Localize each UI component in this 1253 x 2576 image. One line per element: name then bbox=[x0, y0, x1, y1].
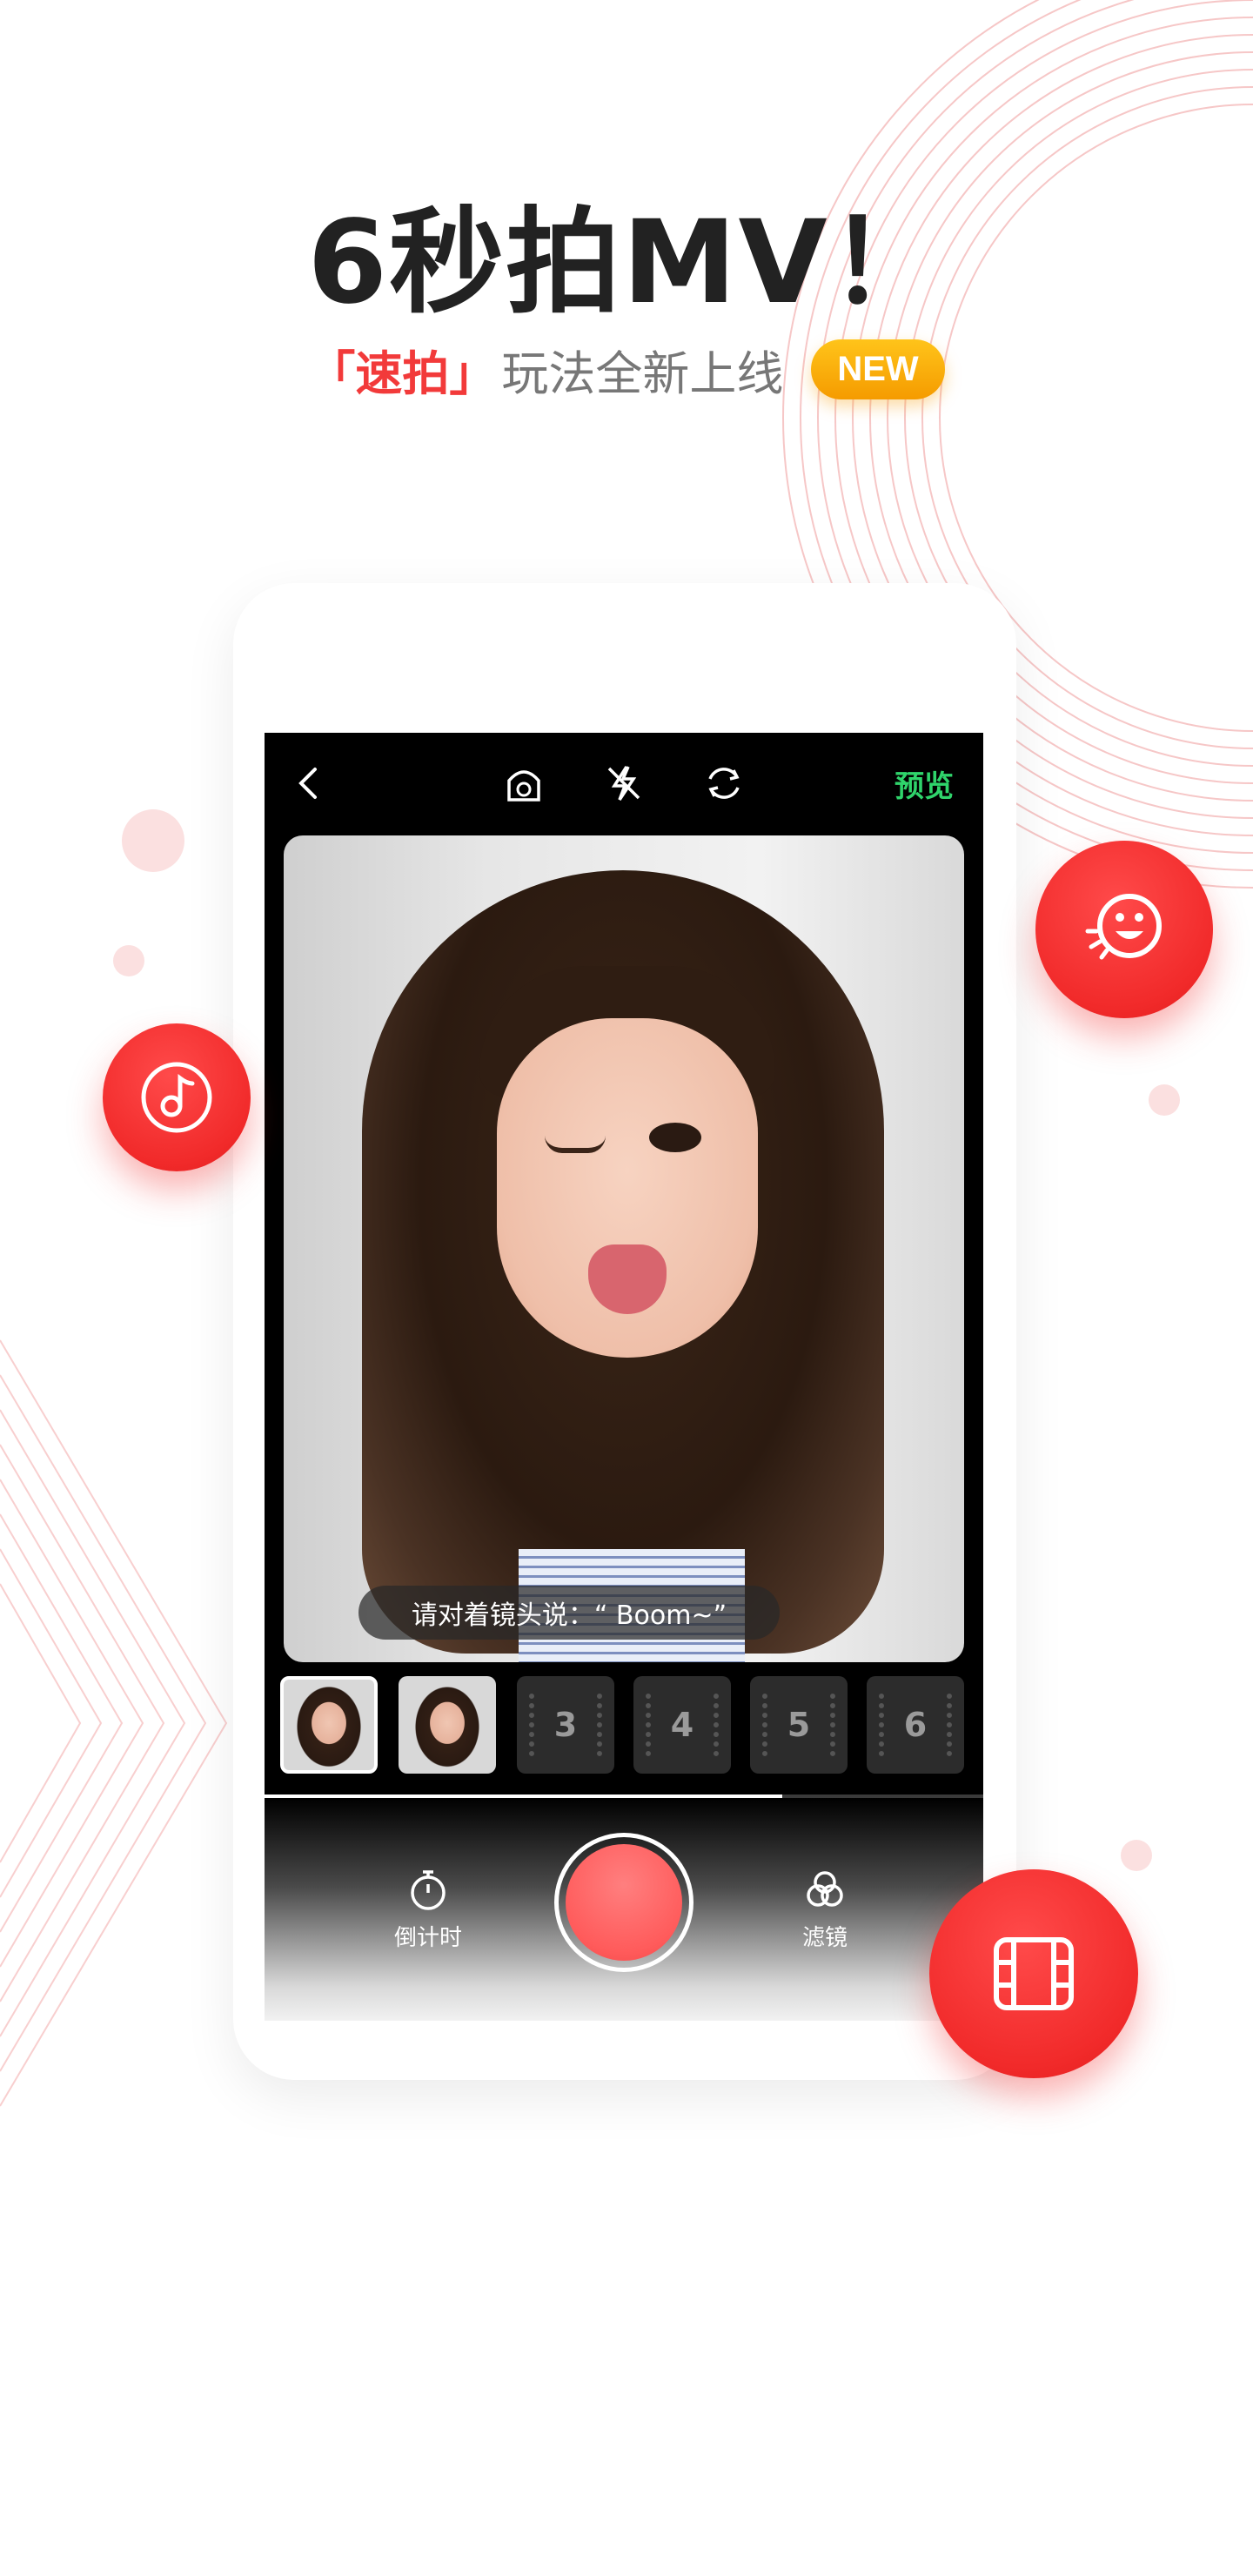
filter-label: 滤镜 bbox=[801, 1925, 848, 1951]
subheadline-text: 玩法全新上线 bbox=[501, 346, 784, 401]
clip-slot[interactable]: 4 bbox=[633, 1676, 731, 1774]
clip-thumbnail[interactable] bbox=[399, 1676, 496, 1774]
smiley-icon bbox=[1085, 894, 1162, 960]
switch-camera-icon[interactable] bbox=[700, 759, 748, 808]
music-icon bbox=[141, 1062, 212, 1133]
clip-slot[interactable]: 3 bbox=[517, 1676, 614, 1774]
timer-label: 倒计时 bbox=[393, 1925, 462, 1951]
music-badge bbox=[103, 1023, 251, 1171]
sticker-badge bbox=[1035, 841, 1213, 1018]
speech-prompt: 请对着镜头说：“ Boom~” bbox=[358, 1586, 780, 1640]
clip-slot[interactable]: 5 bbox=[750, 1676, 848, 1774]
clip-slot[interactable]: 6 bbox=[867, 1676, 964, 1774]
clip-thumbnail[interactable] bbox=[280, 1676, 378, 1774]
subject-eye-open bbox=[649, 1123, 701, 1152]
camera-topbar: 预览 bbox=[265, 733, 983, 834]
timer-button[interactable]: 倒计时 bbox=[376, 1868, 480, 1952]
camera-controls: 倒计时 滤镜 bbox=[265, 1798, 983, 2021]
subheadline: 「速拍」 玩法全新上线 NEW bbox=[0, 335, 1253, 404]
record-button-inner bbox=[566, 1844, 682, 1961]
beauty-icon[interactable] bbox=[499, 759, 548, 808]
clip-slot-number: 6 bbox=[903, 1706, 928, 1744]
clip-slot-number: 5 bbox=[787, 1706, 811, 1744]
subject-eye-closed bbox=[545, 1136, 606, 1153]
filter-button[interactable]: 滤镜 bbox=[773, 1868, 877, 1952]
clip-strip: 3 4 5 6 bbox=[280, 1676, 968, 1779]
timer-icon bbox=[405, 1868, 451, 1913]
preview-button[interactable]: 预览 bbox=[895, 762, 954, 805]
camera-viewfinder: 请对着镜头说：“ Boom~” bbox=[284, 835, 964, 1662]
clip-slot-number: 4 bbox=[670, 1706, 694, 1744]
flash-off-icon[interactable] bbox=[600, 759, 648, 808]
subheadline-accent: 「速拍」 bbox=[308, 346, 497, 401]
film-icon bbox=[994, 1937, 1074, 2010]
record-button[interactable] bbox=[554, 1833, 694, 1972]
headline: 6秒拍MV！ bbox=[307, 196, 946, 330]
film-badge bbox=[929, 1869, 1138, 2078]
camera-screen: 预览 请对着镜头说：“ Boom~” 3 4 5 6 倒计时 滤镜 bbox=[265, 733, 983, 2021]
back-icon[interactable] bbox=[284, 759, 332, 808]
clip-slot-number: 3 bbox=[553, 1706, 578, 1744]
filter-icon bbox=[802, 1868, 848, 1913]
new-badge: NEW bbox=[811, 339, 945, 399]
